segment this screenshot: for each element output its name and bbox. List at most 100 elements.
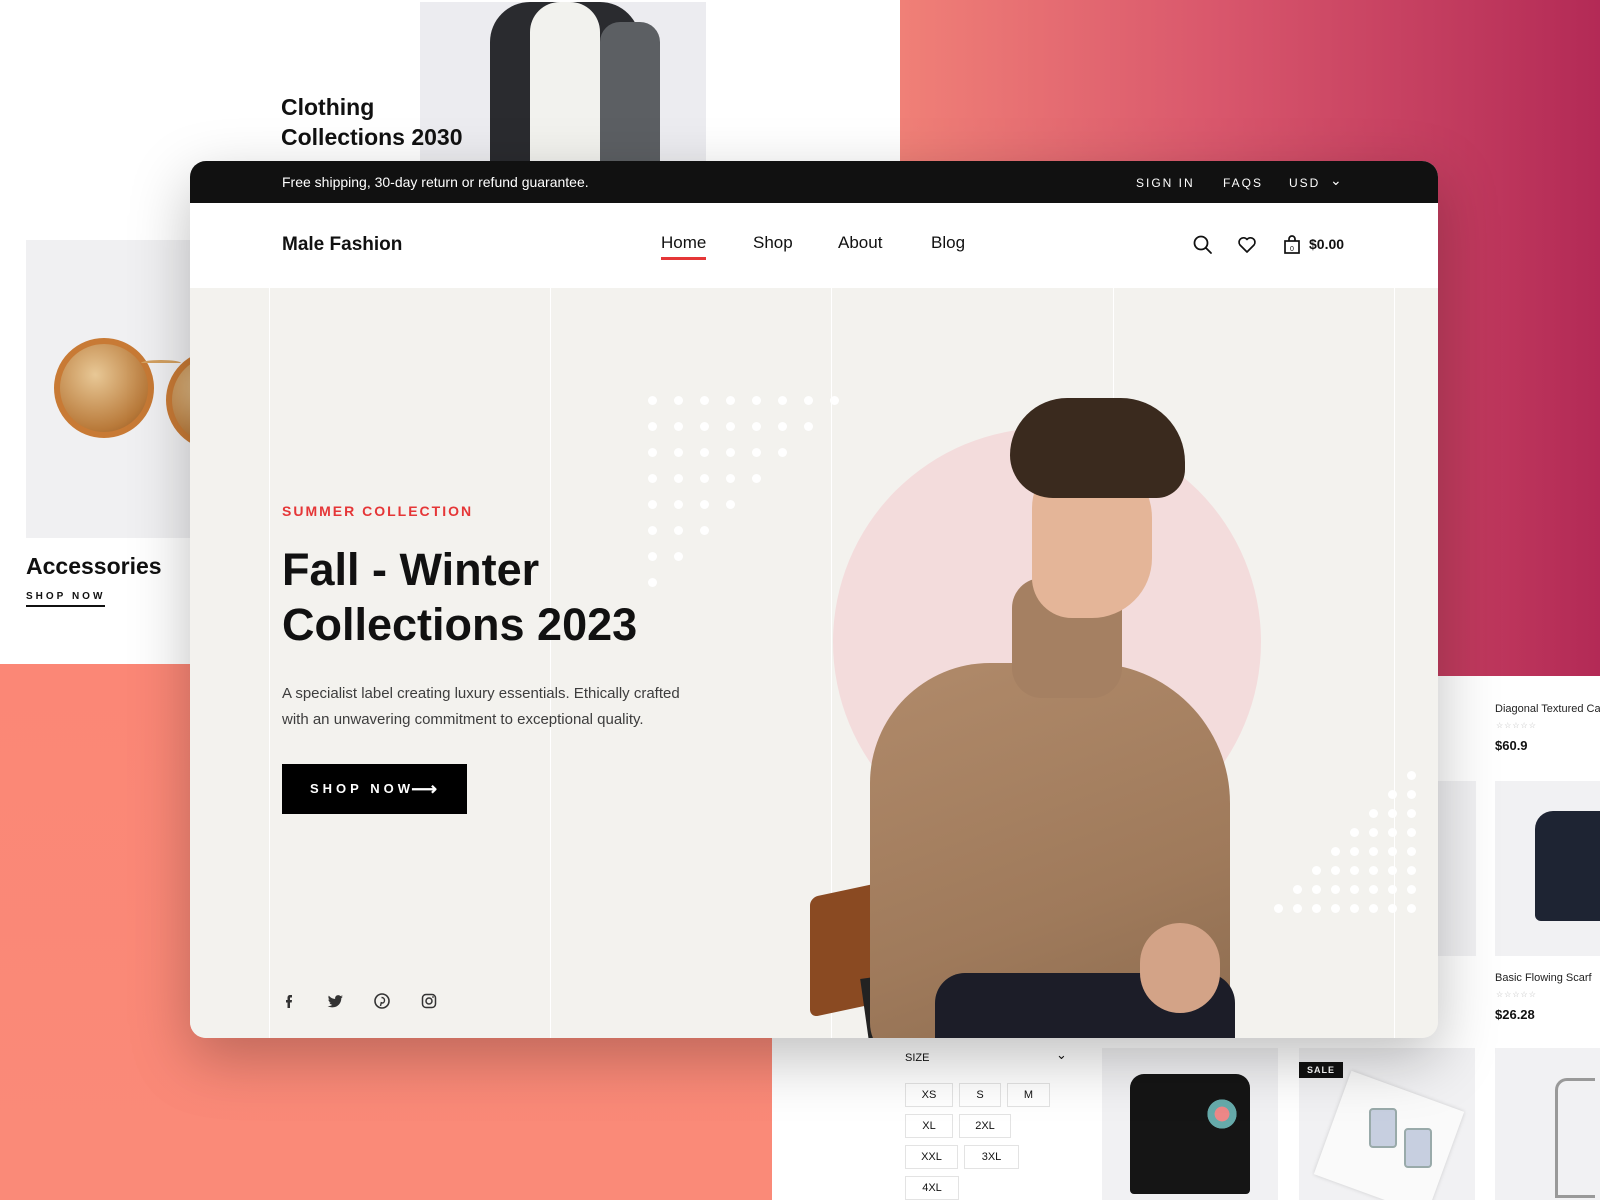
size-option[interactable]: S	[959, 1083, 1001, 1107]
decorative-dot	[1407, 828, 1416, 837]
decorative-dot	[1407, 771, 1416, 780]
decorative-dot	[752, 474, 761, 483]
pinterest-icon[interactable]	[373, 992, 391, 1010]
decorative-dot	[1388, 847, 1397, 856]
decorative-dot	[700, 500, 709, 509]
decorative-dot	[700, 422, 709, 431]
size-option[interactable]: 2XL	[959, 1114, 1011, 1138]
product-price: $60.9	[1495, 738, 1528, 753]
decorative-dot	[1369, 847, 1378, 856]
decorative-dot	[1388, 790, 1397, 799]
decorative-dot	[1331, 866, 1340, 875]
decorative-dot	[1369, 866, 1378, 875]
decorative-dot	[1369, 809, 1378, 818]
decorative-dot	[726, 396, 735, 405]
hero-section: SUMMER COLLECTION Fall - Winter Collecti…	[190, 288, 1438, 1038]
size-option[interactable]: 4XL	[905, 1176, 959, 1200]
decorative-dot	[648, 500, 657, 509]
decorative-dot	[674, 526, 683, 535]
size-option[interactable]: 3XL	[964, 1145, 1019, 1169]
shop-now-button[interactable]: SHOP NOW ⟶	[282, 764, 467, 814]
product-image[interactable]	[1102, 1048, 1278, 1200]
cart-total[interactable]: $0.00	[1309, 236, 1344, 252]
product-image[interactable]	[1495, 1048, 1600, 1200]
sale-badge: SALE	[1299, 1062, 1344, 1078]
decorative-dot	[1407, 790, 1416, 799]
product-name[interactable]: Diagonal Textured Cap	[1495, 703, 1600, 715]
logo[interactable]: Male Fashion	[282, 234, 402, 256]
decorative-dot	[1407, 885, 1416, 894]
decorative-dot	[752, 448, 761, 457]
decorative-dot	[1350, 847, 1359, 856]
instagram-icon[interactable]	[420, 992, 438, 1010]
decorative-dot	[1407, 847, 1416, 856]
product-image[interactable]	[1495, 781, 1600, 956]
chevron-down-icon[interactable]: ⌄	[1056, 1047, 1067, 1063]
decorative-dot	[778, 396, 787, 405]
size-filter-label[interactable]: SIZE	[905, 1052, 929, 1064]
decorative-dot	[1388, 885, 1397, 894]
shopping-bag-icon[interactable]: 0	[1281, 234, 1303, 256]
currency-select[interactable]: USD	[1289, 176, 1320, 190]
decorative-dot	[648, 396, 657, 405]
decorative-dot	[1331, 885, 1340, 894]
decorative-dot	[648, 422, 657, 431]
clothing-card-title: Clothing Collections 2030	[281, 94, 463, 150]
decorative-dot	[700, 396, 709, 405]
decorative-dot	[648, 474, 657, 483]
decorative-dot	[726, 474, 735, 483]
main-navbar: Male Fashion Home Shop About Blog 0 $0.0…	[190, 203, 1438, 288]
decorative-dot	[1388, 828, 1397, 837]
twitter-icon[interactable]	[327, 992, 345, 1010]
hero-title: Fall - Winter Collections 2023	[282, 544, 638, 650]
decorative-dot	[1369, 885, 1378, 894]
cart-count: 0	[1290, 246, 1294, 253]
decorative-dot	[1407, 904, 1416, 913]
facebook-icon[interactable]	[280, 992, 298, 1010]
nav-blog[interactable]: Blog	[931, 233, 965, 257]
decorative-dot	[778, 422, 787, 431]
nav-about[interactable]: About	[838, 233, 882, 257]
decorative-dot	[778, 448, 787, 457]
decorative-dot	[752, 422, 761, 431]
product-rating: ☆☆☆☆☆	[1496, 721, 1537, 730]
decorative-dot	[1350, 828, 1359, 837]
decorative-dot	[700, 526, 709, 535]
arrow-right-icon: ⟶	[411, 779, 437, 799]
sign-in-link[interactable]: SIGN IN	[1136, 176, 1195, 190]
nav-home[interactable]: Home	[661, 233, 707, 260]
search-icon[interactable]	[1192, 234, 1214, 256]
faqs-link[interactable]: FAQS	[1223, 176, 1263, 190]
nav-shop[interactable]: Shop	[753, 233, 793, 257]
decorative-dot	[1407, 866, 1416, 875]
product-rating: ☆☆☆☆☆	[1496, 990, 1537, 999]
size-option[interactable]: XL	[905, 1114, 953, 1138]
product-name[interactable]: Basic Flowing Scarf	[1495, 972, 1592, 984]
decorative-dot	[1369, 828, 1378, 837]
decorative-dot	[674, 422, 683, 431]
decorative-dot	[700, 474, 709, 483]
decorative-dot	[1331, 904, 1340, 913]
decorative-dot	[648, 448, 657, 457]
accessories-card-title: Accessories	[26, 553, 162, 579]
decorative-dot	[648, 526, 657, 535]
decorative-dot	[674, 448, 683, 457]
accessories-card-image	[26, 240, 196, 538]
accessories-shop-now-link[interactable]: SHOP NOW	[26, 591, 106, 607]
decorative-dot	[674, 474, 683, 483]
heart-icon[interactable]	[1236, 234, 1258, 256]
site-window: Free shipping, 30-day return or refund g…	[190, 161, 1438, 1038]
decorative-dot	[1388, 809, 1397, 818]
decorative-dot	[1407, 809, 1416, 818]
decorative-dot	[674, 500, 683, 509]
size-option[interactable]: M	[1007, 1083, 1050, 1107]
hero-description: A specialist label creating luxury essen…	[282, 685, 680, 728]
decorative-dot	[1369, 904, 1378, 913]
decorative-dot	[726, 422, 735, 431]
decorative-dot	[1350, 885, 1359, 894]
size-option[interactable]: XS	[905, 1083, 953, 1107]
size-option[interactable]: XXL	[905, 1145, 958, 1169]
decorative-dot	[726, 448, 735, 457]
shop-now-label: SHOP NOW	[310, 781, 414, 796]
chevron-down-icon[interactable]: ⌄	[1330, 172, 1342, 189]
